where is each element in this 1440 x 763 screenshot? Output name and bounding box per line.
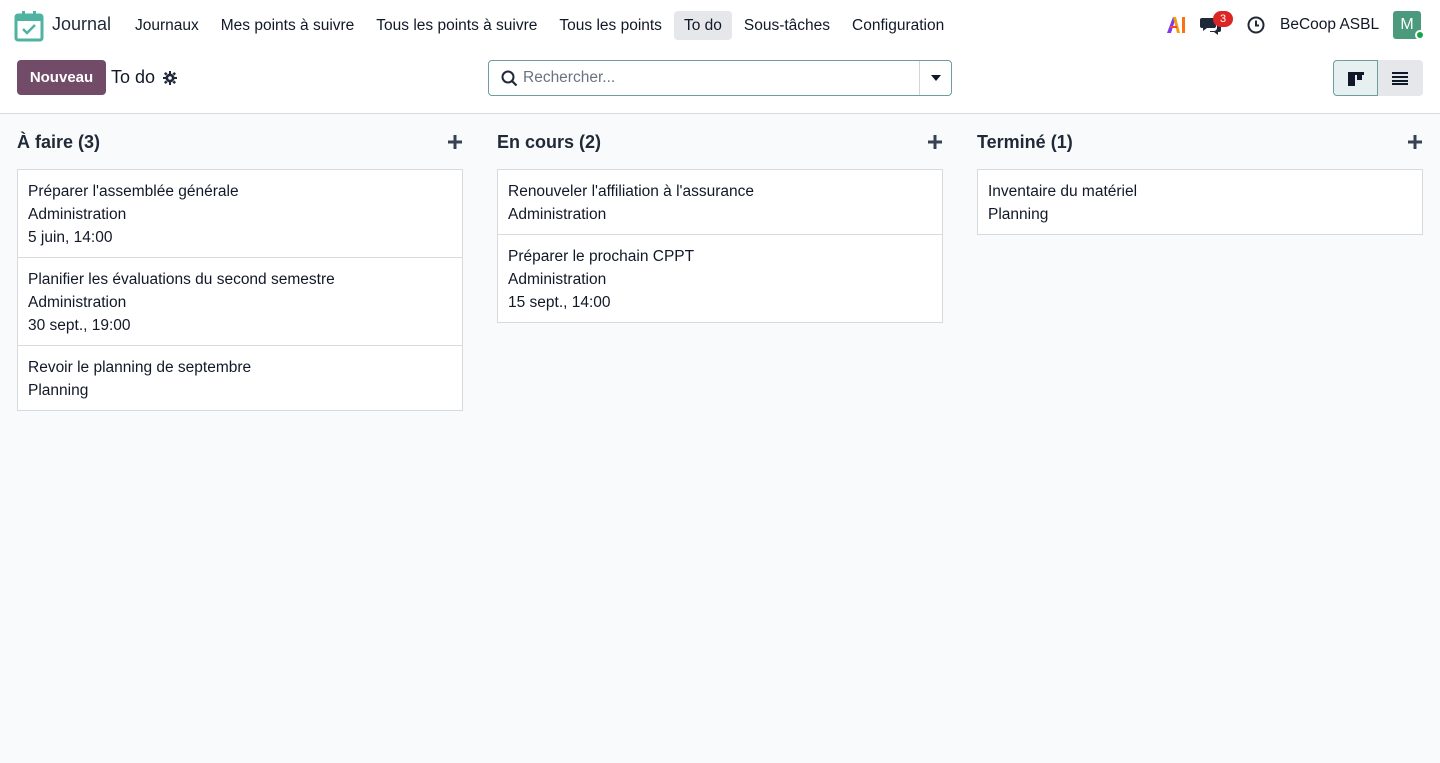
search-icon (501, 70, 518, 87)
chat-badge: 3 (1213, 11, 1233, 27)
kanban-card[interactable]: Préparer l'assemblée générale Administra… (17, 169, 463, 258)
column-name: Terminé (977, 132, 1046, 152)
calendar-check-icon[interactable] (14, 10, 44, 42)
kanban-column-en-cours: En cours (2) Renouveler l'affiliation à … (497, 114, 943, 323)
nav-item-tous-les-points-a-suivre[interactable]: Tous les points à suivre (366, 11, 547, 40)
nav-item-to-do[interactable]: To do (673, 11, 732, 40)
chevron-down-icon (931, 75, 941, 81)
search-box (488, 60, 952, 96)
list-view-button[interactable] (1378, 60, 1423, 96)
online-status-icon (1415, 30, 1425, 40)
ai-icon[interactable] (1166, 16, 1186, 34)
kanban-view-button[interactable] (1333, 60, 1378, 96)
gear-icon[interactable] (163, 71, 177, 85)
card-title: Préparer l'assemblée générale (28, 183, 239, 200)
column-name: En cours (497, 132, 575, 152)
column-title[interactable]: À faire (3) (17, 132, 100, 153)
card-deadline: 15 sept., 14:00 (508, 294, 611, 311)
card-tag: Administration (508, 271, 607, 288)
view-switcher (1333, 60, 1423, 96)
card-title: Inventaire du matériel (988, 183, 1138, 200)
kanban-card[interactable]: Planifier les évaluations du second seme… (17, 257, 463, 346)
nav-item-tous-les-points[interactable]: Tous les points (549, 11, 672, 40)
column-title[interactable]: En cours (2) (497, 132, 601, 153)
column-header: À faire (3) (17, 114, 463, 170)
card-tag: Administration (28, 294, 127, 311)
kanban-column-termine: Terminé (1) Inventaire du matériel Plann… (977, 114, 1423, 235)
search-input[interactable] (523, 62, 913, 94)
control-panel: Nouveau To do (0, 50, 1440, 114)
plus-icon[interactable] (447, 134, 463, 150)
card-tag: Administration (28, 206, 127, 223)
column-count: (1) (1050, 132, 1073, 152)
card-deadline: 5 juin, 14:00 (28, 229, 113, 246)
column-header: Terminé (1) (977, 114, 1423, 170)
card-tag: Planning (988, 206, 1049, 223)
nav-item-journaux[interactable]: Journaux (125, 11, 209, 40)
plus-icon[interactable] (927, 134, 943, 150)
card-title: Revoir le planning de septembre (28, 359, 252, 376)
page-title: To do (111, 67, 156, 87)
top-navbar: Journal Journaux Mes points à suivre Tou… (0, 0, 1440, 50)
search-options-toggle[interactable] (919, 61, 951, 95)
clock-icon[interactable] (1247, 16, 1265, 34)
kanban-column-a-faire: À faire (3) Préparer l'assemblée général… (17, 114, 463, 411)
list-icon (1392, 72, 1408, 85)
kanban-card[interactable]: Revoir le planning de septembre Planning (17, 345, 463, 411)
kanban-card[interactable]: Préparer le prochain CPPT Administration… (497, 234, 943, 323)
column-title[interactable]: Terminé (1) (977, 132, 1073, 153)
kanban-icon (1348, 72, 1364, 86)
kanban-card[interactable]: Inventaire du matériel Planning (977, 169, 1423, 235)
nav-item-sous-taches[interactable]: Sous-tâches (734, 11, 840, 40)
app-name[interactable]: Journal (52, 14, 111, 35)
nav-item-configuration[interactable]: Configuration (842, 11, 954, 40)
card-tag: Administration (508, 206, 607, 223)
kanban-card[interactable]: Renouveler l'affiliation à l'assurance A… (497, 169, 943, 235)
card-tag: Planning (28, 382, 89, 399)
card-title: Planifier les évaluations du second seme… (28, 271, 335, 288)
company-name[interactable]: BeCoop ASBL (1280, 16, 1379, 34)
card-title: Renouveler l'affiliation à l'assurance (508, 183, 755, 200)
new-button[interactable]: Nouveau (17, 60, 106, 95)
main-menu: Journaux Mes points à suivre Tous les po… (125, 11, 956, 40)
nav-item-mes-points-a-suivre[interactable]: Mes points à suivre (211, 11, 365, 40)
plus-icon[interactable] (1407, 134, 1423, 150)
column-header: En cours (2) (497, 114, 943, 170)
column-count: (2) (579, 132, 602, 152)
card-deadline: 30 sept., 19:00 (28, 317, 131, 334)
card-title: Préparer le prochain CPPT (508, 248, 695, 265)
column-name: À faire (17, 132, 74, 152)
column-count: (3) (78, 132, 101, 152)
